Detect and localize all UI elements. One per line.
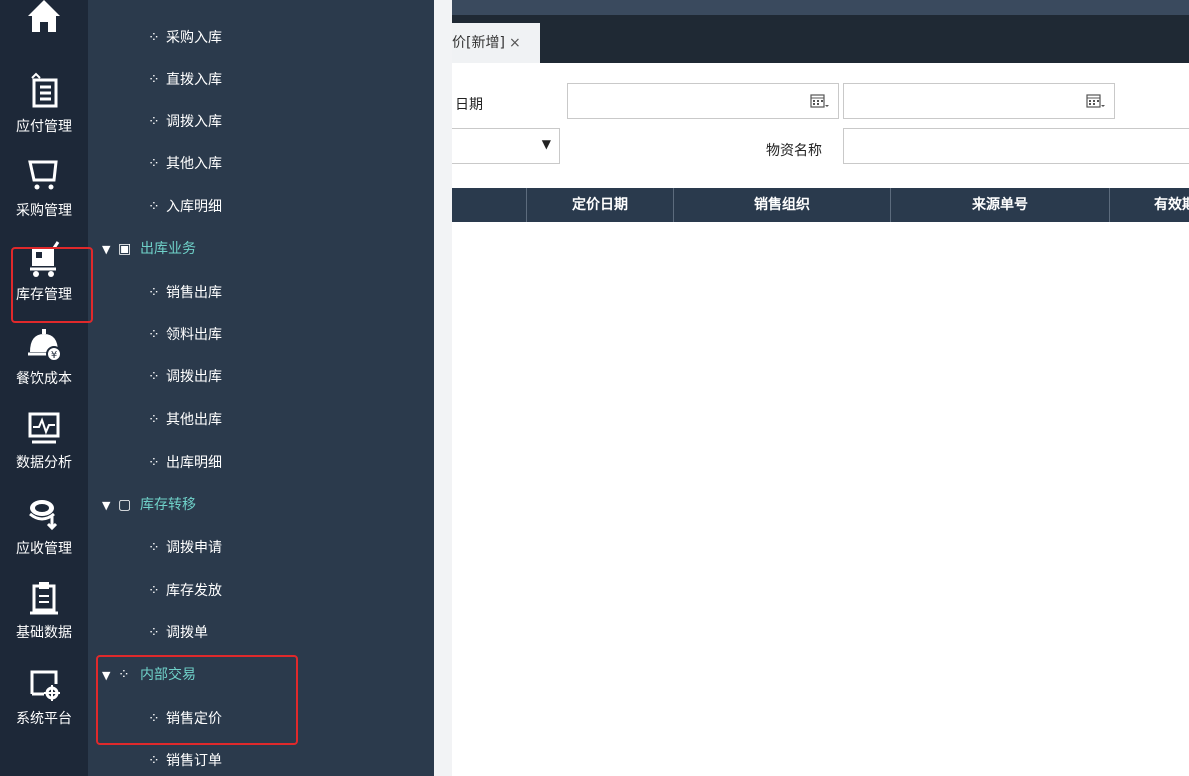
menu-group-partial: ▪ ▬▬▬▬ [118,0,238,8]
rail-item-receivable[interactable]: 应收管理 [0,490,88,574]
system-settings-icon [30,670,60,701]
grid-icon: ⁘ [148,199,160,215]
expand-triangle-icon: ▼ [102,499,111,512]
menu-item-transfer-out[interactable]: ⁘ 调拨出库 [148,362,222,392]
material-name-input[interactable] [843,128,1189,164]
rail-item-purchase[interactable]: 采购管理 [0,152,88,236]
highlight-box-internal-trade [96,655,298,745]
grid-icon: ⁘ [148,285,160,301]
menu-item-stock-issue[interactable]: ⁘ 库存发放 [148,576,222,606]
transfer-icon: ▢ [118,497,132,513]
rail-item-system-platform[interactable]: 系统平台 [0,660,88,744]
menu-item-sales-order[interactable]: ⁘ 销售订单 [148,746,222,776]
menu-item-purchase-in[interactable]: ⁘ 采购入库 [148,23,222,53]
menu-item-other-out[interactable]: ⁘ 其他出库 [148,405,222,435]
tab-sales-pricing-new[interactable]: 价[新增] × [452,23,540,63]
expand-triangle-icon: ▼ [102,243,111,256]
menu-group-outbound[interactable]: ▼ ▣ 出库业务 [102,234,196,264]
grid-icon: ⁘ [148,455,160,471]
menu-item-transfer-order[interactable]: ⁘ 调拨单 [148,618,208,648]
rail-item-label: 采购管理 [16,203,72,219]
rail-item-label: 系统平台 [16,711,72,727]
rail-item-payable[interactable]: 应付管理 [0,68,88,152]
menu-item-sales-out[interactable]: ⁘ 销售出库 [148,278,222,308]
grid-icon: ⁘ [148,412,160,428]
date-from-field[interactable] [567,83,839,119]
grid-icon: ⁘ [148,327,160,343]
status-select[interactable]: ▼ [452,128,560,164]
menu-item-in-detail[interactable]: ⁘ 入库明细 [148,192,222,222]
rail-item-basic-data[interactable]: 基础数据 [0,574,88,658]
rail-item-catering-cost[interactable]: ¥ 餐饮成本 [0,320,88,404]
home-icon [28,0,60,32]
tab-bar [452,15,1189,63]
menu-item-other-in[interactable]: ⁘ 其他入库 [148,149,222,179]
calendar-icon[interactable] [810,93,830,109]
rail-item-label: 应付管理 [16,119,72,135]
column-header-pricing-date[interactable]: 定价日期 [527,188,673,222]
close-icon[interactable]: × [509,35,521,51]
rail-item-home[interactable] [0,0,88,42]
catering-cost-icon: ¥ [28,329,62,362]
rail-item-label: 数据分析 [16,455,72,471]
table-header: 定价日期 销售组织 来源单号 有效期 [452,188,1189,222]
grid-icon: ⁘ [148,114,160,130]
rail-item-label: 应收管理 [16,541,72,557]
payable-icon [31,72,58,108]
material-name-label: 物资名称 [766,143,822,159]
highlight-box-inventory [11,247,93,323]
grid-icon: ⁘ [148,625,160,641]
date-label: 日期 [455,97,483,113]
grid-icon: ⁘ [148,30,160,46]
table-body [452,222,1189,776]
cart-icon [28,160,58,190]
grid-icon: ⁘ [148,156,160,172]
menu-group-stock-transfer[interactable]: ▼ ▢ 库存转移 [102,490,196,520]
column-header-sales-org[interactable]: 销售组织 [674,188,890,222]
grid-icon: ⁘ [148,369,160,385]
grid-icon: ⁘ [148,753,160,769]
rail-item-data-analysis[interactable]: 数据分析 [0,404,88,488]
left-icon-rail: 应付管理 采购管理 库存管理 ¥ 餐饮成本 数据分析 应收管理 基础数据 系统平… [0,0,88,776]
menu-item-material-out[interactable]: ⁘ 领料出库 [148,320,222,350]
menu-item-transfer-in[interactable]: ⁘ 调拨入库 [148,107,222,137]
clipboard-icon [30,582,58,615]
panel-separator [434,0,452,776]
grid-icon: ⁘ [148,540,160,556]
tab-label: 价[新增] [452,35,505,51]
chevron-down-icon: ▼ [541,137,551,151]
menu-item-out-detail[interactable]: ⁘ 出库明细 [148,448,222,478]
menu-item-direct-in[interactable]: ⁘ 直拨入库 [148,65,222,95]
menu-item-transfer-request[interactable]: ⁘ 调拨申请 [148,533,222,563]
calendar-icon[interactable] [1086,93,1106,109]
monitor-chart-icon [28,412,60,444]
date-to-field[interactable] [843,83,1115,119]
svg-text:¥: ¥ [51,350,57,361]
grid-icon: ⁘ [148,72,160,88]
grid-icon: ⁘ [148,583,160,599]
column-header-source-no[interactable]: 来源单号 [891,188,1109,222]
column-header-valid-period[interactable]: 有效期 [1110,188,1189,222]
cart-icon: ▣ [118,241,132,257]
header-bar [452,0,1189,15]
rail-item-label: 基础数据 [16,625,72,641]
coins-icon [29,500,58,531]
rail-item-label: 餐饮成本 [16,371,72,387]
